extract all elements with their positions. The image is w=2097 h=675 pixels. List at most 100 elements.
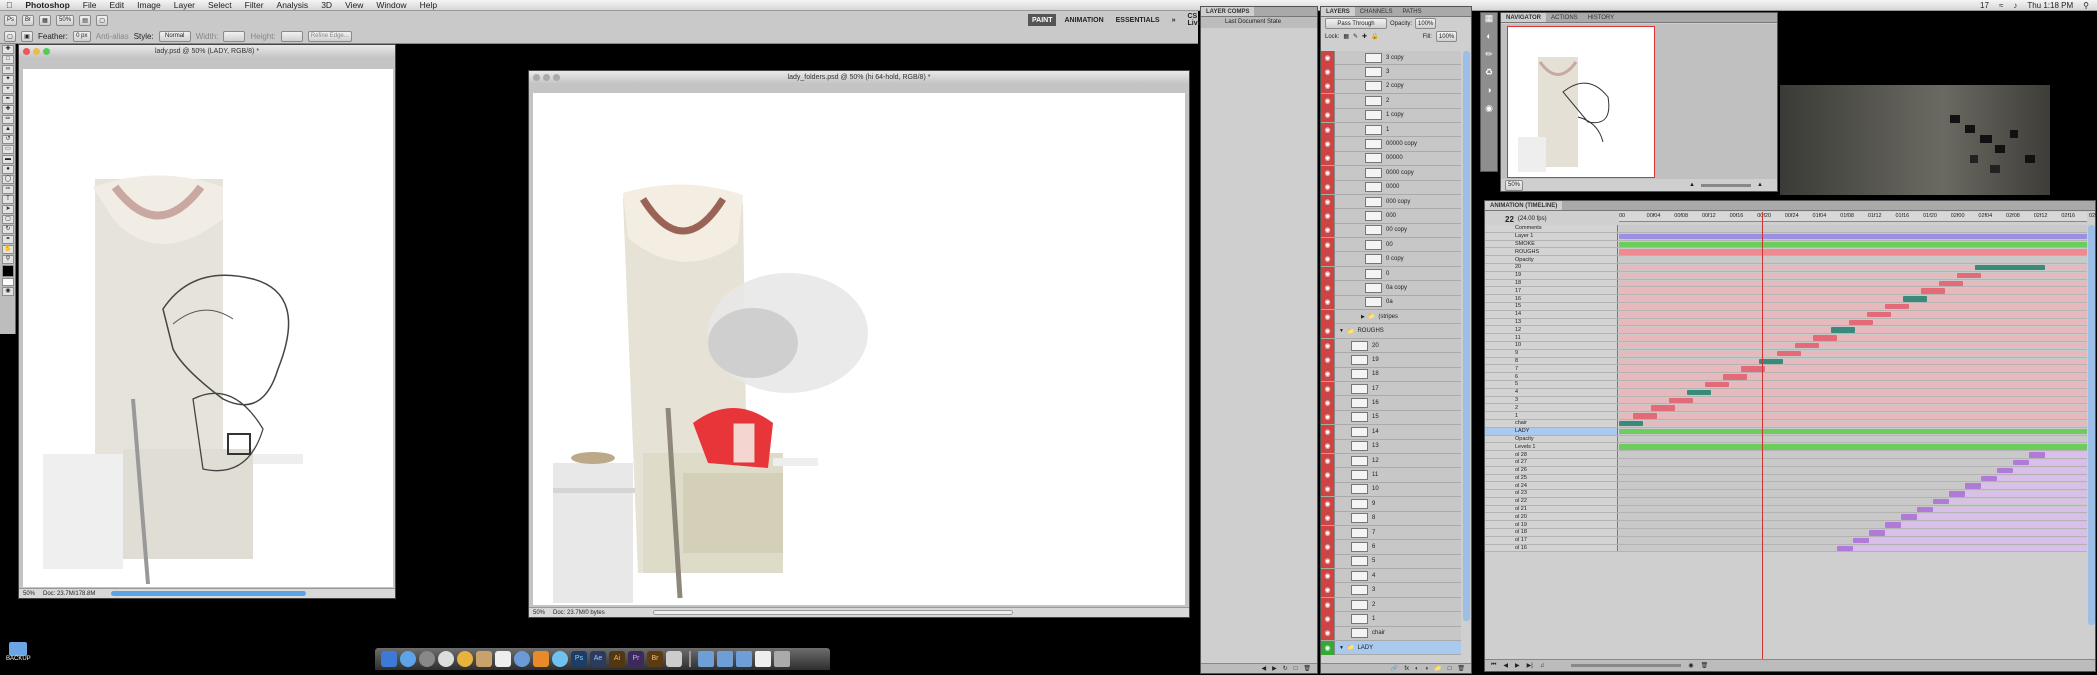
eyedropper-tool-icon[interactable]: ✒ <box>2 95 14 104</box>
path-select-tool-icon[interactable]: ➤ <box>2 205 14 214</box>
timeline-layer-label[interactable]: Layer 1 <box>1485 232 1618 240</box>
desktop-folder-backup[interactable]: BACKUP <box>6 642 31 662</box>
tab-paths[interactable]: PATHS <box>1397 7 1426 16</box>
timeline-layer-label[interactable]: ol 21 <box>1485 505 1618 513</box>
marquee-tool-icon[interactable]: □ <box>2 55 14 64</box>
photoshop-icon[interactable]: Ps <box>571 651 587 667</box>
brushes-icon[interactable]: ✏ <box>1481 49 1497 67</box>
layer-duration-bar[interactable] <box>1849 319 1873 326</box>
layer-duration-bar[interactable] <box>1651 405 1675 411</box>
layer-duration-bar[interactable] <box>1619 303 2087 310</box>
layer-row[interactable]: ◉ 9 <box>1321 496 1461 512</box>
layer-duration-bar[interactable] <box>1619 405 2087 411</box>
visibility-eye-icon[interactable]: ◉ <box>1321 539 1335 554</box>
visibility-eye-icon[interactable]: ◉ <box>1321 396 1335 411</box>
clone-source-icon[interactable]: ♻ <box>1481 67 1497 85</box>
workspace-paint[interactable]: PAINT <box>1028 14 1057 26</box>
zoom-field[interactable]: 50% <box>533 610 545 616</box>
timeline-layer-label[interactable]: ol 24 <box>1485 482 1618 490</box>
visibility-eye-icon[interactable]: ◉ <box>1321 223 1335 238</box>
layer-row[interactable]: ◉ 8 <box>1321 511 1461 526</box>
layer-row[interactable]: ◉ 2 copy <box>1321 79 1461 95</box>
layer-duration-bar[interactable] <box>1619 342 2087 349</box>
healing-tool-icon[interactable]: ✚ <box>2 105 14 114</box>
visibility-eye-icon[interactable]: ◉ <box>1321 266 1335 281</box>
timeline-track[interactable] <box>1619 248 2087 256</box>
layer-row[interactable]: ◉ 0 <box>1321 266 1461 282</box>
layer-duration-bar[interactable] <box>1933 498 2087 505</box>
menu-layer[interactable]: Layer <box>174 0 195 10</box>
prev-comp-icon[interactable]: ◀ <box>1261 665 1266 672</box>
applications-folder-icon[interactable] <box>698 651 714 667</box>
layer-row[interactable]: ◉ 000 copy <box>1321 194 1461 210</box>
timeline-row[interactable]: ol 26 <box>1485 466 2087 475</box>
address-book-icon[interactable] <box>476 651 492 667</box>
layer-duration-bar[interactable] <box>1795 342 1819 349</box>
visibility-eye-icon[interactable]: ◉ <box>1321 410 1335 425</box>
layer-row[interactable]: ◉ 0 copy <box>1321 252 1461 267</box>
timeline-layer-label[interactable]: ol 26 <box>1485 466 1618 474</box>
layer-row[interactable]: ◉ 5 <box>1321 554 1461 570</box>
update-comp-icon[interactable]: ↻ <box>1283 665 1288 672</box>
layer-row[interactable]: ◉ 2 <box>1321 597 1461 613</box>
layer-duration-bar[interactable] <box>1777 350 1801 357</box>
shape-tool-icon[interactable]: ▢ <box>2 215 14 224</box>
timeline-row[interactable]: 14 <box>1485 310 2087 319</box>
visibility-eye-icon[interactable]: ◉ <box>1321 151 1335 166</box>
visibility-eye-icon[interactable]: ◉ <box>1321 597 1335 612</box>
next-frame-icon[interactable]: ▶| <box>1527 662 1533 669</box>
menu-select[interactable]: Select <box>208 0 232 10</box>
timeline-track[interactable] <box>1619 295 2087 302</box>
visibility-eye-icon[interactable]: ◉ <box>1321 352 1335 367</box>
timeline-track[interactable] <box>1619 256 2087 263</box>
width-field[interactable] <box>223 30 246 42</box>
visibility-eye-icon[interactable]: ◉ <box>1321 381 1335 396</box>
visibility-eye-icon[interactable]: ◉ <box>1321 209 1335 223</box>
close-window-icon[interactable] <box>533 74 540 81</box>
marquee-tool-preset[interactable]: ▢ <box>4 30 16 42</box>
layer-row[interactable]: ◉ 00000 <box>1321 151 1461 167</box>
height-field[interactable] <box>280 30 303 42</box>
link-layers-icon[interactable]: 🔗 <box>1391 665 1398 672</box>
timeline-track[interactable] <box>1619 435 2087 443</box>
layer-duration-bar[interactable] <box>1619 241 2087 248</box>
timeline-track[interactable] <box>1619 474 2087 482</box>
quick-select-tool-icon[interactable]: ✦ <box>2 75 14 84</box>
timeline-track[interactable] <box>1619 513 2087 521</box>
stack-icon[interactable] <box>755 651 771 667</box>
layer-row[interactable]: ◉ 17 <box>1321 381 1461 397</box>
timeline-track[interactable] <box>1619 505 2087 513</box>
layer-row[interactable]: ◉ 0a <box>1321 295 1461 311</box>
layer-duration-bar[interactable] <box>1723 374 1747 380</box>
layer-duration-bar[interactable] <box>1619 358 2087 365</box>
disclosure-triangle-icon[interactable]: ▼ <box>1339 328 1344 334</box>
layer-duration-bar[interactable] <box>1619 272 2087 279</box>
eraser-tool-icon[interactable]: ▭ <box>2 145 14 154</box>
zoom-field[interactable]: 50% <box>23 591 35 597</box>
layer-duration-bar[interactable] <box>1619 374 2087 380</box>
timeline-layers[interactable]: Comments Layer 1 SMOKE ROUGHS Opacity 20 19 18 1… <box>1485 225 2087 659</box>
arrange-documents-button[interactable]: ▤ <box>79 14 92 26</box>
visibility-eye-icon[interactable]: ◉ <box>1321 482 1335 497</box>
downloads-folder-icon[interactable] <box>736 651 752 667</box>
documents-folder-icon[interactable] <box>717 651 733 667</box>
type-tool-icon[interactable]: T <box>2 195 14 204</box>
timeline-track[interactable] <box>1619 318 2087 326</box>
time-ruler[interactable]: 00 00f04 00f08 00f12 00f16 00f20 00f24 01f04 01f… <box>1619 212 2097 222</box>
timeline-row[interactable]: ol 21 <box>1485 505 2087 514</box>
layer-row[interactable]: ◉ 12 <box>1321 453 1461 469</box>
layer-row[interactable]: ◉ 0a copy <box>1321 280 1461 296</box>
timeline-layer-label[interactable]: 12 <box>1485 326 1618 334</box>
menu-view[interactable]: View <box>345 0 363 10</box>
layer-duration-bar[interactable] <box>1619 335 2087 341</box>
activity-monitor-icon[interactable] <box>666 651 682 667</box>
pen-tool-icon[interactable]: ✑ <box>2 185 14 194</box>
layer-duration-bar[interactable] <box>1619 280 2087 287</box>
3d-rotate-tool-icon[interactable]: ↻ <box>2 225 14 234</box>
layer-row[interactable]: ◉ 13 <box>1321 439 1461 454</box>
menu-help[interactable]: Help <box>420 0 437 10</box>
workspace-animation[interactable]: ANIMATION <box>1060 17 1107 24</box>
timeline-layer-label[interactable]: ol 18 <box>1485 529 1618 536</box>
zoom-in-icon[interactable]: ▲ <box>1757 182 1763 188</box>
timeline-track[interactable] <box>1619 396 2087 404</box>
